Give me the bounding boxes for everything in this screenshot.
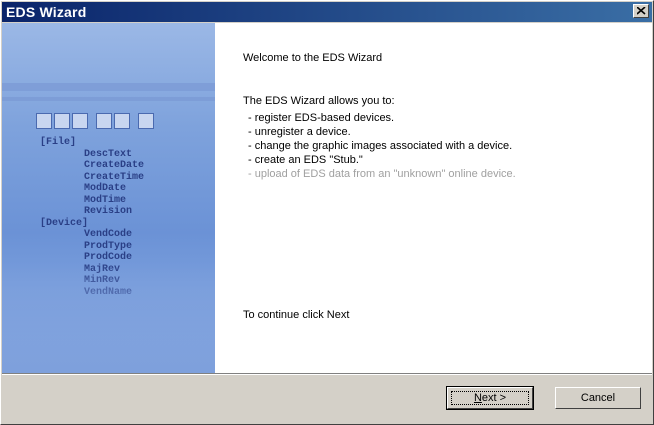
next-button-label: Next > [473,392,507,404]
decorative-band [2,97,215,101]
print-icon [96,113,112,129]
eds-wizard-window: EDS Wizard [File] DescText= ""CreateDate=… [0,0,654,425]
code-line: VendCode= 0x [84,229,133,240]
next-button[interactable]: Next > [446,386,534,410]
wizard-main-panel: Welcome to the EDS Wizard The EDS Wizard… [243,23,643,373]
code-line: ModDate= 05 [84,183,127,194]
feature-list-item: - create an EDS "Stub." [248,154,363,166]
close-icon [637,7,646,15]
wizard-side-image: [File] DescText= ""CreateDate= 05CreateTi… [2,23,215,373]
code-line: ProdType= 0x [84,240,133,252]
find-icon [138,113,154,129]
feature-list-item: - unregister a device. [248,126,351,138]
feature-list-item: - register EDS-based devices. [248,112,395,124]
intro-text: The EDS Wizard allows you to: [243,95,395,107]
new-file-icon [36,113,52,129]
title-bar[interactable]: EDS Wizard [2,2,652,22]
save-icon [72,113,88,129]
footer-separator-highlight [2,374,652,375]
wizard-content: [File] DescText= ""CreateDate= 05CreateTi… [2,23,652,373]
cancel-button[interactable]: Cancel [555,387,641,409]
image-toolbar [36,113,154,131]
code-line: ProdCode= 0x [84,252,133,263]
code-line: CreateDate= 05 [84,160,145,171]
code-line: Revision [84,206,133,217]
continue-instruction: To continue click Next [243,309,350,321]
code-line: ModTime= 15 [84,194,127,206]
image-fade [2,263,215,373]
window-title: EDS Wizard [6,4,87,20]
code-line: DescText= "" [84,148,133,160]
feature-list-item: - change the graphic images associated w… [248,140,513,152]
decorative-band [2,83,215,91]
feature-list-item: - upload of EDS data from an "unknown" o… [248,168,516,180]
code-section: [File] [40,137,77,148]
code-line: CreateTime= 15 [84,171,145,183]
open-folder-icon [54,113,70,129]
code-section: [Device] [40,217,89,229]
feature-list: - register EDS-based devices. - unregiste… [248,111,516,181]
print-preview-icon [114,113,130,129]
close-button[interactable] [633,4,649,18]
welcome-heading: Welcome to the EDS Wizard [243,52,383,64]
